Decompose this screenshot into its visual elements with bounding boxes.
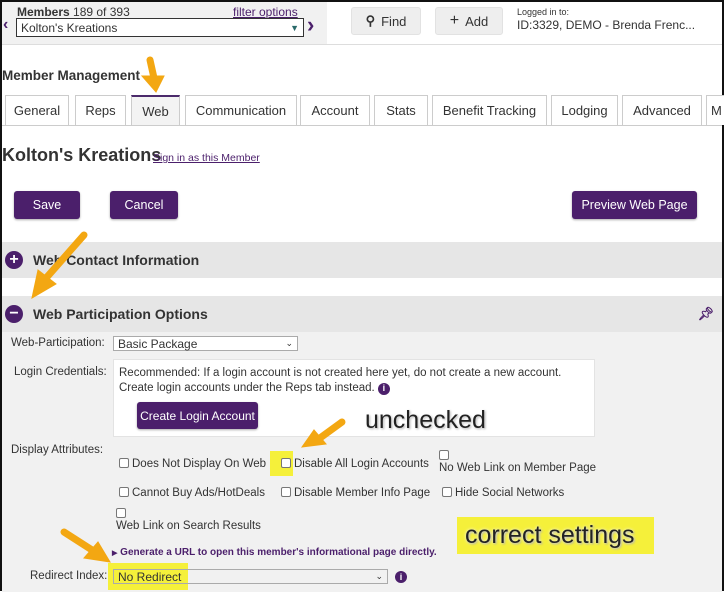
arrow-icon	[140, 75, 165, 93]
arrow-icon	[60, 528, 96, 554]
arrow-icon	[146, 56, 158, 82]
arrow-icon	[316, 418, 346, 442]
arrow-icon	[43, 231, 88, 281]
annotation-arrows	[31, 56, 346, 563]
